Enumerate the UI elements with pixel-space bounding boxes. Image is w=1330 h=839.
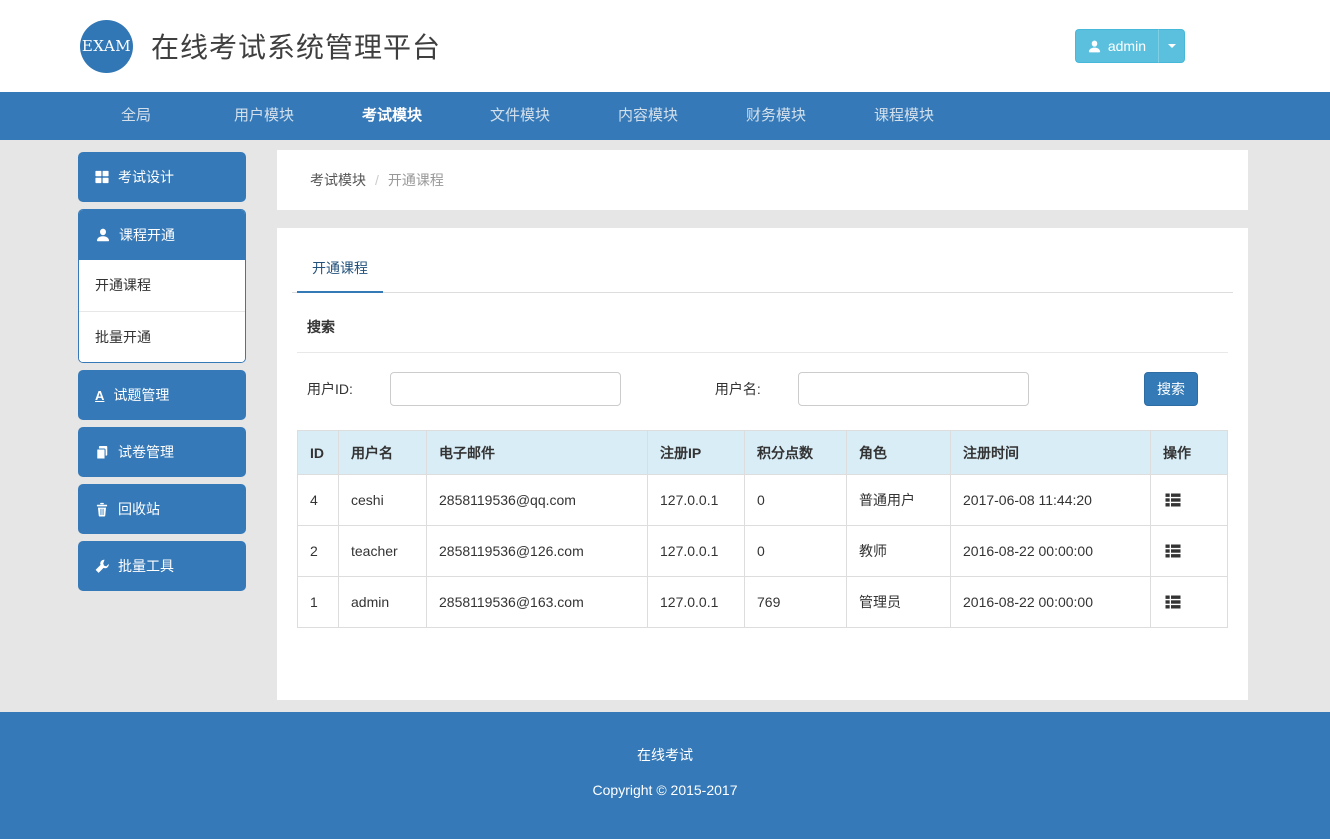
cell-register-time: 2016-08-22 00:00:00 [951,526,1151,577]
tab-bar: 开通课程 [292,246,1233,293]
nav-item-content-module[interactable]: 内容模块 [584,92,712,140]
footer-site-name: 在线考试 [0,745,1330,765]
nav-item-course-module[interactable]: 课程模块 [840,92,968,140]
top-navbar: 全局 用户模块 考试模块 文件模块 内容模块 财务模块 课程模块 [0,92,1330,140]
row-actions-button[interactable] [1163,592,1183,612]
col-header-points: 积分点数 [745,431,847,475]
sidebar-label-question-manage: 试题管理 [113,385,169,405]
username-input[interactable] [798,372,1029,406]
sidebar-subitem-batch-open[interactable]: 批量开通 [79,311,245,362]
table-row: 4 ceshi 2858119536@qq.com 127.0.0.1 0 普通… [298,475,1228,526]
cell-email: 2858119536@163.com [427,577,648,628]
exam-logo: EXAM [80,20,133,73]
col-header-email: 电子邮件 [427,431,648,475]
cell-register-ip: 127.0.0.1 [648,475,745,526]
sidebar-label-exam-design: 考试设计 [118,167,174,187]
nav-item-finance-module[interactable]: 财务模块 [712,92,840,140]
cell-email: 2858119536@qq.com [427,475,648,526]
sidebar-item-exam-design[interactable]: 考试设计 [78,152,246,202]
search-button[interactable]: 搜索 [1144,372,1198,406]
sidebar: 考试设计 课程开通 开通课程 批量开通 A 试题管理 [78,150,246,598]
col-header-actions: 操作 [1151,431,1228,475]
cell-register-ip: 127.0.0.1 [648,577,745,628]
cell-role: 教师 [847,526,951,577]
breadcrumb-item-exam-module[interactable]: 考试模块 [310,170,366,190]
cell-points: 769 [745,577,847,628]
search-form: 用户ID: 用户名: 搜索 [297,353,1228,430]
cell-email: 2858119536@126.com [427,526,648,577]
users-table: ID 用户名 电子邮件 注册IP 积分点数 角色 注册时间 操作 4 ceshi [297,430,1228,628]
sidebar-group-course-open: 课程开通 开通课程 批量开通 [78,209,246,363]
user-icon [1088,40,1101,53]
sidebar-subitem-open-course[interactable]: 开通课程 [79,260,245,311]
cell-register-time: 2016-08-22 00:00:00 [951,577,1151,628]
copy-icon [95,445,109,460]
tab-open-course[interactable]: 开通课程 [297,246,383,293]
search-section-title: 搜索 [297,293,1228,353]
breadcrumb-separator: / [375,172,379,188]
cell-id: 2 [298,526,339,577]
user-caret-button[interactable] [1158,29,1185,63]
th-list-icon [1165,594,1181,610]
nav-item-global[interactable]: 全局 [72,92,200,140]
sidebar-label-course-open: 课程开通 [119,225,175,245]
wrench-icon [95,559,109,574]
nav-item-user-module[interactable]: 用户模块 [200,92,328,140]
nav-item-exam-module[interactable]: 考试模块 [328,92,456,140]
trash-icon [95,502,109,517]
user-icon [96,228,110,242]
cell-register-ip: 127.0.0.1 [648,526,745,577]
page-footer: 在线考试 Copyright © 2015-2017 [0,712,1330,839]
cell-points: 0 [745,475,847,526]
row-actions-button[interactable] [1163,541,1183,561]
cell-username: teacher [339,526,427,577]
sidebar-item-course-open[interactable]: 课程开通 [79,210,245,260]
footer-copyright: Copyright © 2015-2017 [0,782,1330,798]
username-label: 用户名: [715,379,761,399]
app-header: EXAM 在线考试系统管理平台 admin [0,0,1330,92]
nav-item-file-module[interactable]: 文件模块 [456,92,584,140]
cell-id: 4 [298,475,339,526]
cell-role: 普通用户 [847,475,951,526]
sidebar-item-question-manage[interactable]: A 试题管理 [78,370,246,420]
user-id-input[interactable] [390,372,621,406]
row-actions-button[interactable] [1163,490,1183,510]
cell-points: 0 [745,526,847,577]
breadcrumb: 考试模块 / 开通课程 [277,150,1248,210]
user-button-main[interactable]: admin [1075,29,1158,63]
cell-username: admin [339,577,427,628]
col-header-register-time: 注册时间 [951,431,1151,475]
sidebar-item-recycle-bin[interactable]: 回收站 [78,484,246,534]
cell-username: ceshi [339,475,427,526]
sidebar-item-paper-manage[interactable]: 试卷管理 [78,427,246,477]
user-id-label: 用户ID: [307,379,353,399]
cell-register-time: 2017-06-08 11:44:20 [951,475,1151,526]
col-header-id: ID [298,431,339,475]
th-list-icon [1165,543,1181,559]
table-header-row: ID 用户名 电子邮件 注册IP 积分点数 角色 注册时间 操作 [298,431,1228,475]
table-row: 2 teacher 2858119536@126.com 127.0.0.1 0… [298,526,1228,577]
col-header-register-ip: 注册IP [648,431,745,475]
main-column: 考试模块 / 开通课程 开通课程 搜索 用户ID: 用户名: 搜索 [277,150,1248,700]
content-area: 考试设计 课程开通 开通课程 批量开通 A 试题管理 [0,140,1330,700]
sidebar-label-recycle-bin: 回收站 [118,499,160,519]
font-icon: A [95,389,104,402]
col-header-role: 角色 [847,431,951,475]
sidebar-label-paper-manage: 试卷管理 [118,442,174,462]
sidebar-label-batch-tools: 批量工具 [118,556,174,576]
user-name-label: admin [1108,38,1146,54]
col-header-username: 用户名 [339,431,427,475]
cell-id: 1 [298,577,339,628]
logo-text: EXAM [82,37,131,55]
th-list-icon [1165,492,1181,508]
table-row: 1 admin 2858119536@163.com 127.0.0.1 769… [298,577,1228,628]
page-title: 在线考试系统管理平台 [151,26,441,66]
caret-down-icon [1168,44,1176,48]
breadcrumb-item-open-course: 开通课程 [388,170,444,190]
cell-role: 管理员 [847,577,951,628]
sidebar-item-batch-tools[interactable]: 批量工具 [78,541,246,591]
th-large-icon [95,170,109,184]
user-dropdown-button[interactable]: admin [1075,29,1185,63]
main-panel: 开通课程 搜索 用户ID: 用户名: 搜索 ID 用户名 [277,228,1248,700]
